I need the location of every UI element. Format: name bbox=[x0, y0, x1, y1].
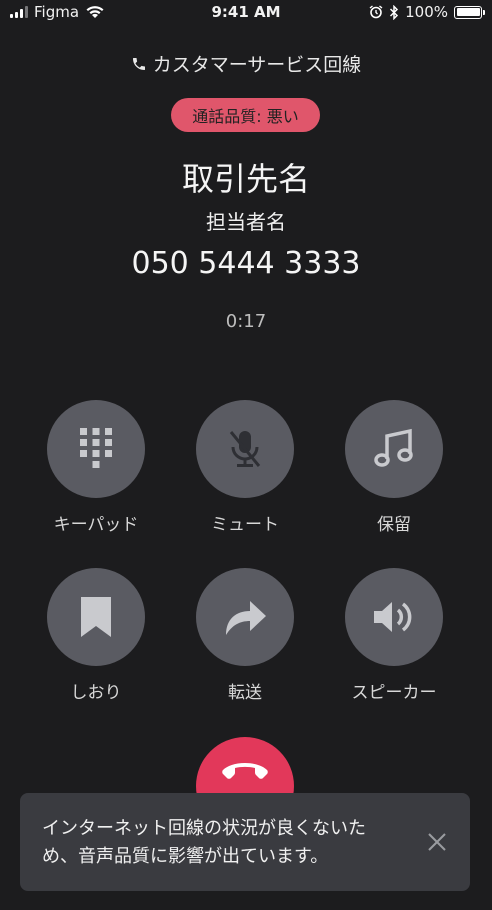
call-quality-badge: 通話品質: 悪い bbox=[171, 98, 320, 132]
hold-button-circle[interactable] bbox=[345, 400, 443, 498]
phone-icon bbox=[132, 57, 145, 70]
music-note-icon bbox=[374, 428, 413, 467]
speaker-icon bbox=[374, 602, 412, 632]
line-name-label: カスタマーサービス回線 bbox=[152, 54, 362, 76]
close-icon[interactable] bbox=[426, 831, 448, 853]
status-right: 100% bbox=[369, 3, 485, 21]
keypad-button-circle[interactable] bbox=[47, 400, 145, 498]
mute-button-circle[interactable] bbox=[196, 400, 294, 498]
battery-fill bbox=[456, 8, 480, 16]
hang-up-icon bbox=[222, 763, 268, 779]
alarm-icon bbox=[369, 5, 383, 19]
network-warning-toast: インターネット回線の状況が良くないため、音声品質に影響が出ています。 bbox=[20, 793, 470, 891]
phone-number: 050 5444 3333 bbox=[131, 246, 361, 281]
speaker-label: スピーカー bbox=[351, 683, 437, 703]
toast-message: インターネット回線の状況が良くないため、音声品質に影響が出ています。 bbox=[42, 818, 366, 867]
status-bar: Figma 9:41 AM 100% bbox=[0, 0, 492, 26]
bookmark-button[interactable]: しおり bbox=[31, 568, 161, 703]
transfer-label: 転送 bbox=[228, 683, 262, 703]
bookmark-icon bbox=[81, 597, 111, 637]
person-name: 担当者名 bbox=[206, 210, 286, 234]
bluetooth-icon bbox=[390, 4, 399, 20]
transfer-button-circle[interactable] bbox=[196, 568, 294, 666]
mic-off-icon bbox=[229, 431, 261, 467]
bookmark-button-circle[interactable] bbox=[47, 568, 145, 666]
contact-name: 取引先名 bbox=[181, 160, 310, 198]
hold-label: 保留 bbox=[377, 515, 411, 535]
call-timer: 0:17 bbox=[225, 311, 267, 332]
speaker-button[interactable]: スピーカー bbox=[329, 568, 459, 703]
bookmark-label: しおり bbox=[70, 683, 122, 703]
battery-percent: 100% bbox=[405, 3, 448, 21]
keypad-button[interactable]: キーパッド bbox=[31, 400, 161, 535]
hold-button[interactable]: 保留 bbox=[329, 400, 459, 535]
call-line-name: カスタマーサービス回線 bbox=[0, 50, 492, 77]
battery-icon bbox=[454, 5, 485, 19]
share-arrow-icon bbox=[226, 601, 266, 635]
keypad-label: キーパッド bbox=[53, 515, 139, 535]
keypad-icon bbox=[80, 428, 112, 468]
speaker-button-circle[interactable] bbox=[345, 568, 443, 666]
mute-button[interactable]: ミュート bbox=[180, 400, 310, 535]
transfer-button[interactable]: 転送 bbox=[180, 568, 310, 703]
mute-label: ミュート bbox=[211, 515, 279, 535]
